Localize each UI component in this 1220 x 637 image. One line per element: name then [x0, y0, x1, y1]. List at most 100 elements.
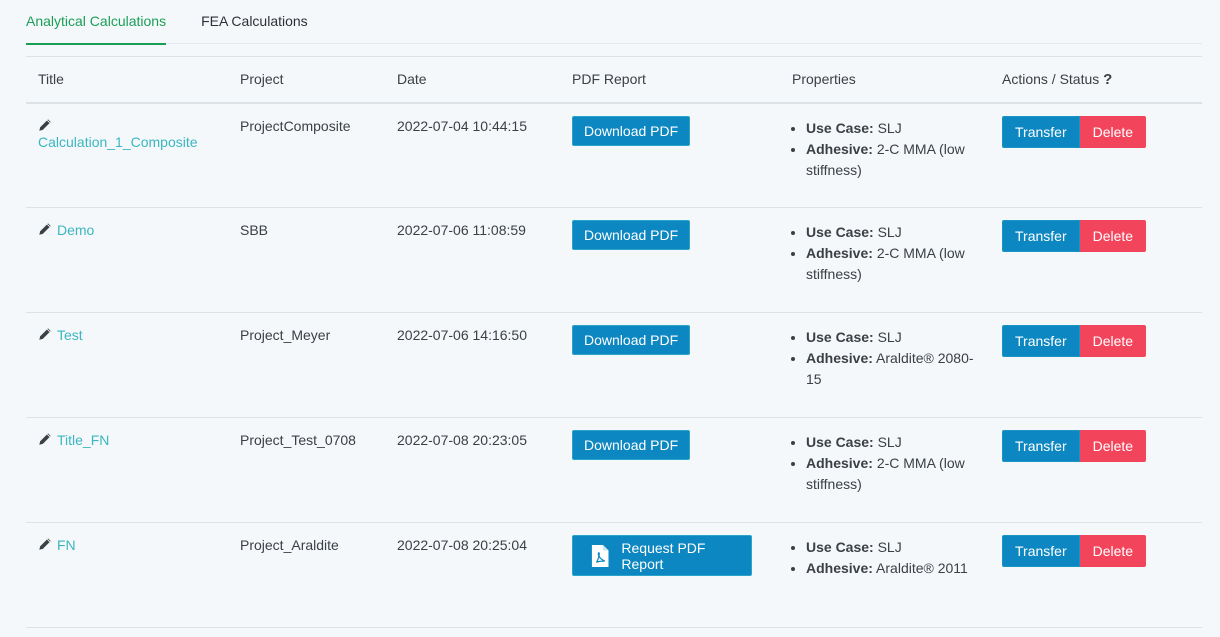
- transfer-button[interactable]: Transfer: [1002, 535, 1080, 567]
- use-case-item: Use Case: SLJ: [806, 327, 978, 348]
- use-case-value: SLJ: [877, 224, 902, 240]
- download-pdf-button[interactable]: Download PDF: [572, 325, 691, 355]
- table-row: Demo SBB 2022-07-06 11:08:59 Download PD…: [26, 207, 1202, 313]
- actions-cell: Transfer Delete: [990, 207, 1202, 313]
- header-actions-status: Actions / Status ?: [990, 56, 1202, 104]
- adhesive-item: Adhesive: 2-C MMA (low stiffness): [806, 453, 978, 495]
- delete-button[interactable]: Delete: [1079, 430, 1147, 462]
- transfer-button[interactable]: Transfer: [1002, 430, 1080, 462]
- header-properties: Properties: [764, 56, 990, 104]
- pencil-edit-icon[interactable]: [38, 432, 52, 446]
- actions-cell: Transfer Delete: [990, 417, 1202, 523]
- calculation-title-link[interactable]: Calculation_1_Composite: [38, 134, 198, 150]
- calculations-table: Title Project Date PDF Report Properties…: [26, 56, 1202, 628]
- pdf-cell: Download PDF: [548, 102, 764, 208]
- calculation-title-link[interactable]: Title_FN: [57, 432, 109, 448]
- pdf-file-icon: [591, 544, 609, 567]
- pdf-cell: Request PDF Report: [548, 522, 764, 628]
- download-pdf-button[interactable]: Download PDF: [572, 430, 691, 460]
- title-cell: Demo: [26, 207, 228, 313]
- action-buttons: Transfer Delete: [1002, 535, 1190, 567]
- table-row: FN Project_Araldite 2022-07-08 20:25:04 …: [26, 522, 1202, 628]
- project-cell: ProjectComposite: [228, 102, 385, 208]
- date-cell: 2022-07-08 20:25:04: [385, 522, 548, 628]
- actions-cell: Transfer Delete: [990, 522, 1202, 628]
- date-cell: 2022-07-04 10:44:15: [385, 102, 548, 208]
- pencil-edit-icon[interactable]: [38, 327, 52, 341]
- use-case-item: Use Case: SLJ: [806, 537, 978, 558]
- adhesive-label: Adhesive:: [806, 560, 873, 576]
- page: Analytical Calculations FEA Calculations…: [26, 0, 1202, 628]
- adhesive-item: Adhesive: 2-C MMA (low stiffness): [806, 243, 978, 285]
- project-cell: Project_Meyer: [228, 312, 385, 418]
- use-case-value: SLJ: [877, 434, 902, 450]
- title-cell: Test: [26, 312, 228, 418]
- tab-fea-calculations[interactable]: FEA Calculations: [201, 0, 308, 44]
- properties-list: Use Case: SLJ Adhesive: 2-C MMA (low sti…: [792, 432, 978, 495]
- adhesive-item: Adhesive: 2-C MMA (low stiffness): [806, 139, 978, 181]
- project-cell: Project_Araldite: [228, 522, 385, 628]
- delete-button[interactable]: Delete: [1079, 115, 1147, 148]
- request-pdf-report-label: Request PDF Report: [621, 539, 706, 572]
- header-pdf-report: PDF Report: [548, 56, 764, 104]
- delete-button[interactable]: Delete: [1079, 535, 1147, 567]
- delete-button[interactable]: Delete: [1079, 325, 1147, 357]
- table-row: Test Project_Meyer 2022-07-06 14:16:50 D…: [26, 312, 1202, 418]
- request-pdf-report-button[interactable]: Request PDF Report: [572, 535, 752, 576]
- calculation-title-link[interactable]: Demo: [57, 222, 94, 238]
- header-actions-label: Actions / Status: [1002, 70, 1100, 87]
- adhesive-label: Adhesive:: [806, 140, 873, 157]
- properties-list: Use Case: SLJ Adhesive: 2-C MMA (low sti…: [792, 118, 978, 181]
- actions-cell: Transfer Delete: [990, 102, 1202, 208]
- use-case-item: Use Case: SLJ: [806, 118, 978, 139]
- pencil-edit-icon[interactable]: [38, 118, 52, 132]
- properties-list: Use Case: SLJ Adhesive: Araldite® 2080-1…: [792, 327, 978, 390]
- header-date: Date: [385, 56, 548, 104]
- use-case-label: Use Case:: [806, 539, 874, 555]
- properties-cell: Use Case: SLJ Adhesive: 2-C MMA (low sti…: [764, 417, 990, 523]
- adhesive-label: Adhesive:: [806, 245, 873, 261]
- pencil-edit-icon[interactable]: [38, 537, 52, 551]
- action-buttons: Transfer Delete: [1002, 430, 1190, 462]
- pdf-cell: Download PDF: [548, 417, 764, 523]
- transfer-button[interactable]: Transfer: [1002, 220, 1080, 252]
- table-header-row: Title Project Date PDF Report Properties…: [26, 56, 1202, 104]
- title-cell: Title_FN: [26, 417, 228, 523]
- table-row: Title_FN Project_Test_0708 2022-07-08 20…: [26, 417, 1202, 523]
- calculation-tabs: Analytical Calculations FEA Calculations: [26, 0, 1202, 45]
- pencil-edit-icon[interactable]: [38, 222, 52, 236]
- adhesive-label: Adhesive:: [806, 350, 873, 366]
- use-case-value: SLJ: [877, 329, 902, 345]
- use-case-value: SLJ: [877, 539, 902, 555]
- tab-analytical-calculations[interactable]: Analytical Calculations: [26, 0, 167, 45]
- download-pdf-button[interactable]: Download PDF: [572, 115, 691, 146]
- calculation-title-link[interactable]: FN: [57, 537, 76, 553]
- calculation-title-link[interactable]: Test: [57, 327, 83, 343]
- use-case-label: Use Case:: [806, 224, 874, 240]
- delete-button[interactable]: Delete: [1079, 220, 1147, 252]
- download-pdf-button[interactable]: Download PDF: [572, 220, 691, 250]
- adhesive-item: Adhesive: Araldite® 2080-15: [806, 348, 978, 390]
- action-buttons: Transfer Delete: [1002, 115, 1190, 148]
- use-case-value: SLJ: [877, 119, 902, 136]
- adhesive-label: Adhesive:: [806, 455, 873, 471]
- help-icon[interactable]: ?: [1103, 71, 1112, 88]
- use-case-label: Use Case:: [806, 434, 874, 450]
- table-row: Calculation_1_Composite ProjectComposite…: [26, 102, 1202, 208]
- title-cell: FN: [26, 522, 228, 628]
- use-case-label: Use Case:: [806, 329, 874, 345]
- date-cell: 2022-07-06 14:16:50: [385, 312, 548, 418]
- pdf-cell: Download PDF: [548, 312, 764, 418]
- header-title: Title: [26, 56, 228, 104]
- transfer-button[interactable]: Transfer: [1002, 325, 1080, 357]
- adhesive-value: Araldite® 2011: [876, 560, 968, 576]
- date-cell: 2022-07-08 20:23:05: [385, 417, 548, 523]
- date-cell: 2022-07-06 11:08:59: [385, 207, 548, 313]
- transfer-button[interactable]: Transfer: [1002, 115, 1080, 148]
- actions-cell: Transfer Delete: [990, 312, 1202, 418]
- properties-list: Use Case: SLJ Adhesive: 2-C MMA (low sti…: [792, 222, 978, 285]
- properties-list: Use Case: SLJ Adhesive: Araldite® 2011: [792, 537, 978, 579]
- title-cell: Calculation_1_Composite: [26, 102, 228, 208]
- properties-cell: Use Case: SLJ Adhesive: Araldite® 2011: [764, 522, 990, 628]
- action-buttons: Transfer Delete: [1002, 325, 1190, 357]
